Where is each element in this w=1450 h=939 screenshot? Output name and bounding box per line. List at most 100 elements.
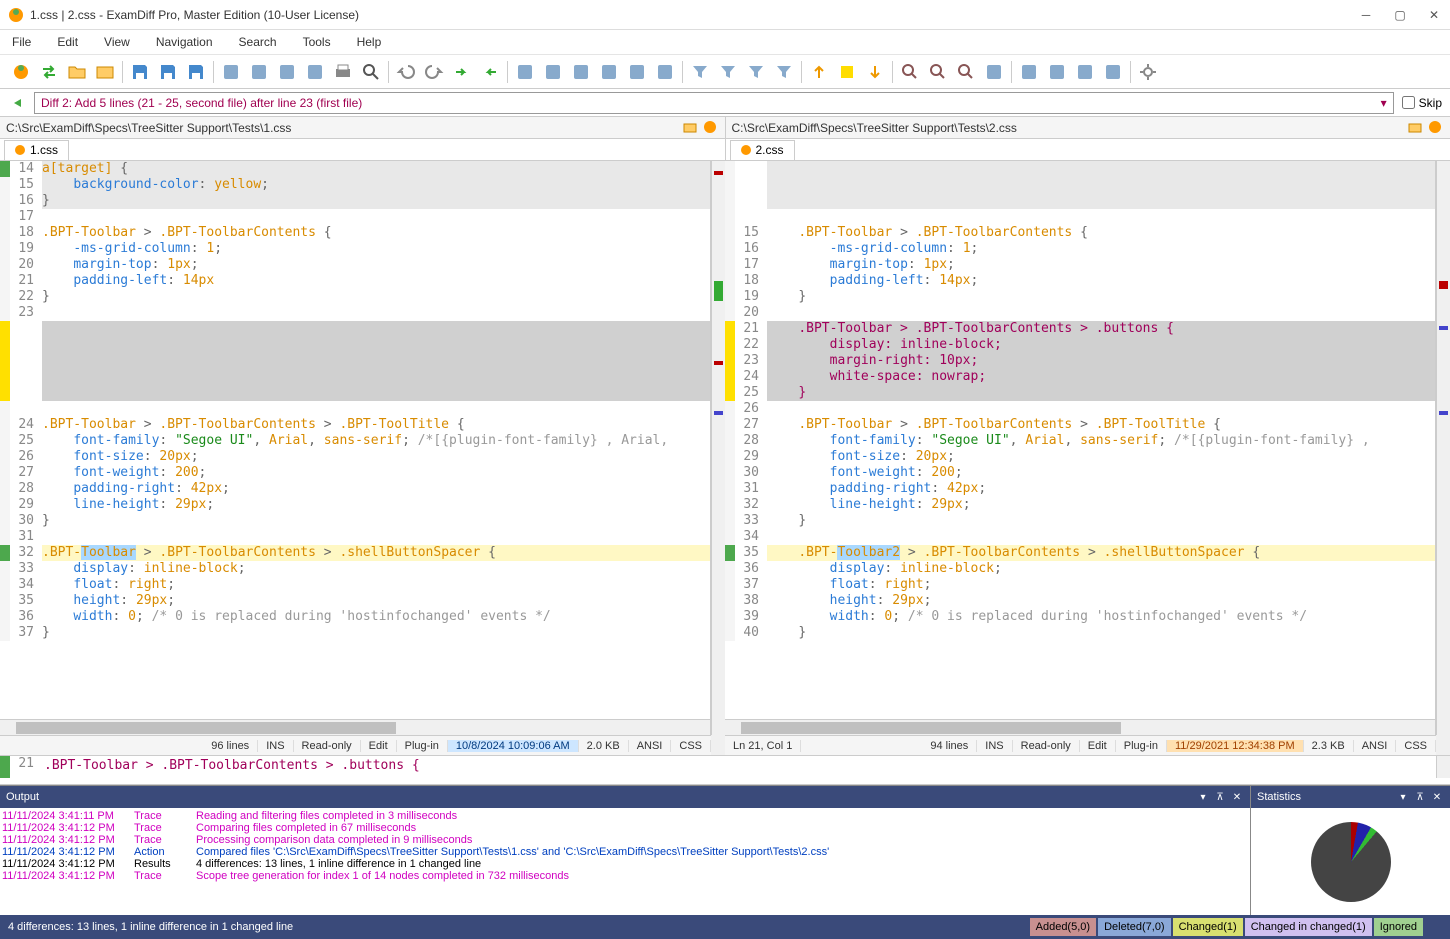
undo-button[interactable] — [393, 59, 419, 85]
code-line[interactable] — [42, 321, 710, 337]
output-row[interactable]: 11/11/2024 3:41:12 PMTraceProcessing com… — [2, 834, 1248, 846]
menu-view[interactable]: View — [100, 33, 134, 51]
code-line[interactable]: } — [767, 385, 1435, 401]
code-line[interactable]: font-size: 20px; — [42, 449, 710, 465]
code-line[interactable]: line-height: 29px; — [42, 497, 710, 513]
code-line[interactable]: background-color: yellow; — [42, 177, 710, 193]
right-edit[interactable]: Edit — [1080, 740, 1116, 752]
output-row[interactable]: 11/11/2024 3:41:12 PMTraceScope tree gen… — [2, 870, 1248, 882]
block-button[interactable] — [834, 59, 860, 85]
pane-v-button[interactable] — [568, 59, 594, 85]
right-plugin[interactable]: Plug-in — [1116, 740, 1167, 752]
code-line[interactable]: .BPT-Toolbar > .BPT-ToolbarContents { — [42, 225, 710, 241]
minimize-button[interactable]: ─ — [1358, 7, 1374, 23]
code-line[interactable] — [42, 385, 710, 401]
menu-search[interactable]: Search — [235, 33, 281, 51]
code-line[interactable]: display: inline-block; — [767, 337, 1435, 353]
code-line[interactable] — [42, 337, 710, 353]
colors-button[interactable] — [1016, 59, 1042, 85]
prev-diff-arrow-icon[interactable] — [8, 94, 26, 112]
edit-left-button[interactable] — [218, 59, 244, 85]
left-minimap[interactable] — [711, 161, 725, 735]
code-line[interactable]: } — [767, 513, 1435, 529]
code-line[interactable]: -ms-grid-column: 1; — [42, 241, 710, 257]
pane-grid-button[interactable] — [596, 59, 622, 85]
save-as-button[interactable] — [155, 59, 181, 85]
menu-navigation[interactable]: Navigation — [152, 33, 217, 51]
code-line[interactable] — [767, 209, 1435, 225]
code-line[interactable]: } — [42, 289, 710, 305]
maximize-button[interactable]: ▢ — [1392, 7, 1408, 23]
code-line[interactable]: font-weight: 200; — [42, 465, 710, 481]
down-button[interactable] — [862, 59, 888, 85]
output-row[interactable]: 11/11/2024 3:41:12 PMResults4 difference… — [2, 858, 1248, 870]
panel-menu-icon[interactable]: ▾ — [1196, 790, 1210, 804]
code-line[interactable]: .BPT-Toolbar > .BPT-ToolbarContents > .B… — [767, 417, 1435, 433]
code-line[interactable]: padding-right: 42px; — [767, 481, 1435, 497]
code-line[interactable]: float: right; — [767, 577, 1435, 593]
code-line[interactable] — [42, 305, 710, 321]
code-line[interactable]: font-family: "Segoe UI", Arial, sans-ser… — [767, 433, 1435, 449]
filter2-button[interactable] — [715, 59, 741, 85]
code-line[interactable]: display: inline-block; — [767, 561, 1435, 577]
badge-changed-in-changed[interactable]: Changed in changed(1) — [1245, 918, 1372, 936]
code-line[interactable]: height: 29px; — [767, 593, 1435, 609]
panel-close-icon[interactable]: ✕ — [1230, 790, 1244, 804]
badge-added[interactable]: Added(5,0) — [1030, 918, 1096, 936]
code-line[interactable]: } — [767, 625, 1435, 641]
up-button[interactable] — [806, 59, 832, 85]
output-row[interactable]: 11/11/2024 3:41:12 PMActionCompared file… — [2, 846, 1248, 858]
folder-icon[interactable] — [1408, 120, 1424, 136]
settings-button[interactable] — [1135, 59, 1161, 85]
panel-close-icon[interactable]: ✕ — [1430, 790, 1444, 804]
panel-pin-icon[interactable]: ⊼ — [1213, 790, 1227, 804]
panel-pin-icon[interactable]: ⊼ — [1413, 790, 1427, 804]
code-line[interactable]: font-weight: 200; — [767, 465, 1435, 481]
skip-checkbox-input[interactable] — [1402, 96, 1415, 109]
highlight-button[interactable] — [1100, 59, 1126, 85]
code-line[interactable] — [767, 161, 1435, 177]
print-button[interactable] — [330, 59, 356, 85]
output-row[interactable]: 11/11/2024 3:41:11 PMTraceReading and fi… — [2, 810, 1248, 822]
code-line[interactable]: .BPT-Toolbar > .BPT-ToolbarContents > .B… — [42, 417, 710, 433]
code-line[interactable]: float: right; — [42, 577, 710, 593]
save-all-button[interactable] — [183, 59, 209, 85]
code-line[interactable]: font-family: "Segoe UI", Arial, sans-ser… — [42, 433, 710, 449]
code-line[interactable]: .BPT-Toolbar > .BPT-ToolbarContents > .b… — [767, 321, 1435, 337]
code-line[interactable] — [42, 369, 710, 385]
code-line[interactable]: } — [42, 625, 710, 641]
code-line[interactable] — [42, 401, 710, 417]
code-line[interactable]: margin-top: 1px; — [767, 257, 1435, 273]
toggle-button[interactable] — [652, 59, 678, 85]
find-next-button[interactable] — [925, 59, 951, 85]
left-editor[interactable]: 1415161718192021222324252627282930313233… — [0, 161, 710, 719]
code-line[interactable]: padding-left: 14px; — [767, 273, 1435, 289]
right-editor[interactable]: 1516171819202122232425262728293031323334… — [725, 161, 1435, 719]
prev-diff-button[interactable] — [477, 59, 503, 85]
open-folder-button[interactable] — [64, 59, 90, 85]
save-button[interactable] — [127, 59, 153, 85]
code-line[interactable]: display: inline-block; — [42, 561, 710, 577]
code-line[interactable]: } — [42, 513, 710, 529]
code-line[interactable]: } — [42, 193, 710, 209]
code-line[interactable] — [42, 353, 710, 369]
code-line[interactable]: } — [767, 289, 1435, 305]
close-button[interactable]: ✕ — [1426, 7, 1442, 23]
code-line[interactable]: padding-left: 14px — [42, 273, 710, 289]
goto-button[interactable] — [981, 59, 1007, 85]
right-minimap[interactable] — [1436, 161, 1450, 735]
code-line[interactable] — [767, 193, 1435, 209]
find-prev-button[interactable] — [953, 59, 979, 85]
pane-single-button[interactable] — [512, 59, 538, 85]
code-line[interactable]: .BPT-Toolbar > .BPT-ToolbarContents > .s… — [42, 545, 710, 561]
code-line[interactable]: width: 0; /* 0 is replaced during 'hosti… — [42, 609, 710, 625]
code-line[interactable] — [767, 305, 1435, 321]
filter-button[interactable] — [687, 59, 713, 85]
code-line[interactable]: height: 29px; — [42, 593, 710, 609]
badge-ignored[interactable]: Ignored — [1374, 918, 1423, 936]
left-edit[interactable]: Edit — [361, 740, 397, 752]
left-plugin[interactable]: Plug-in — [397, 740, 448, 752]
code-line[interactable] — [42, 529, 710, 545]
folder-button[interactable] — [92, 59, 118, 85]
edit-right-button[interactable] — [246, 59, 272, 85]
